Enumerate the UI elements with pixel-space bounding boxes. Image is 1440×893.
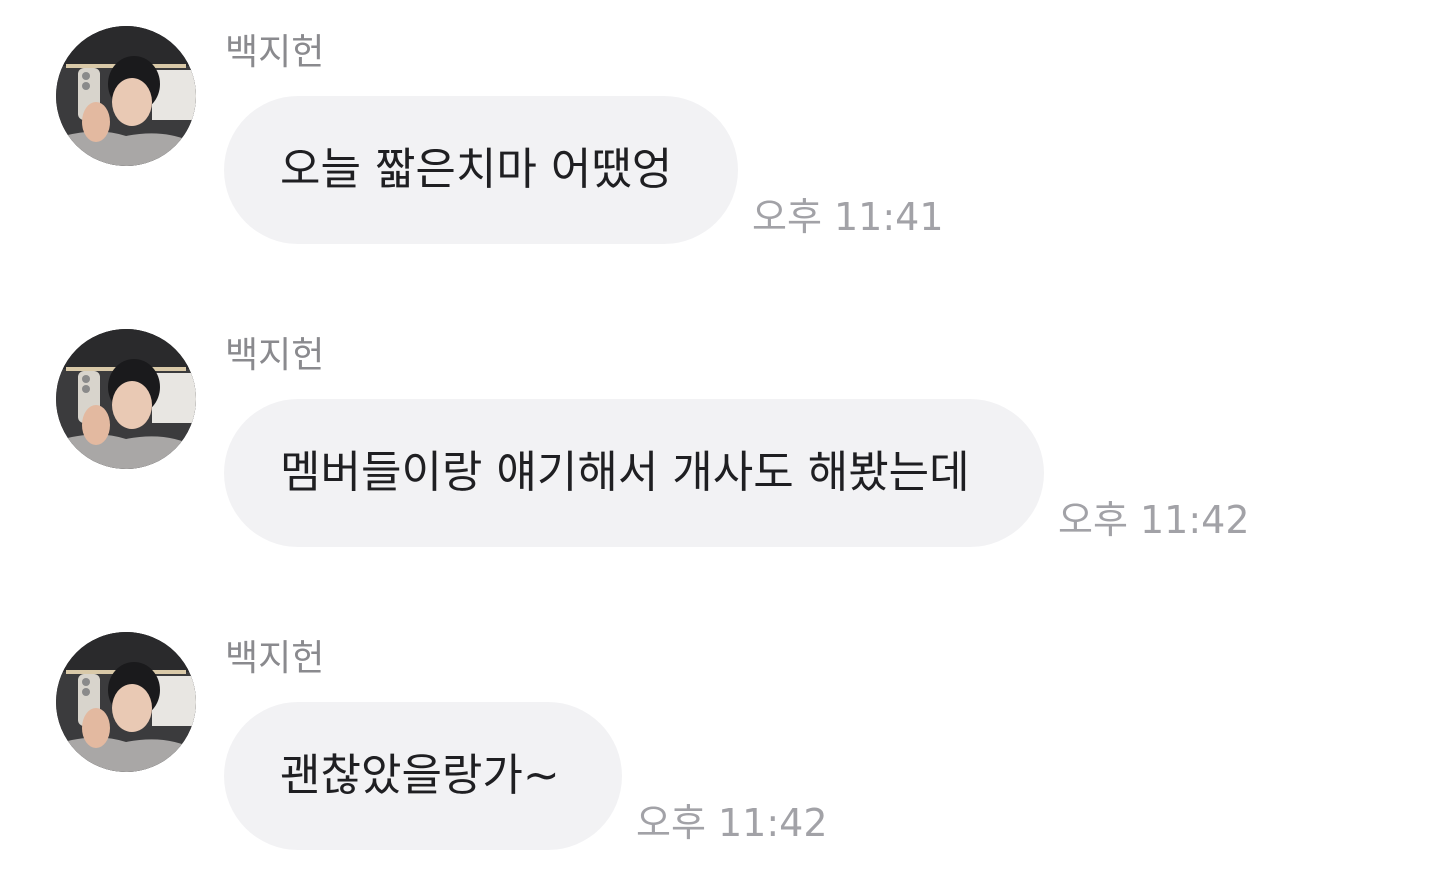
avatar-photo <box>56 26 196 166</box>
message-row: 백지헌 괜찮았을랑가~ 오후 11:42 <box>0 606 1440 866</box>
message-row: 백지헌 멤버들이랑 얘기해서 개사도 해봤는데 오후 11:42 <box>0 303 1440 563</box>
message-time: 오후 11:42 <box>1058 498 1250 542</box>
message-time: 오후 11:41 <box>752 195 944 239</box>
avatar[interactable] <box>56 329 196 469</box>
avatar[interactable] <box>56 26 196 166</box>
message-bubble[interactable]: 멤버들이랑 얘기해서 개사도 해봤는데 <box>224 399 1044 547</box>
message-bubble[interactable]: 괜찮았을랑가~ <box>224 702 622 850</box>
message-row: 백지헌 오늘 짧은치마 어땠엉 오후 11:41 <box>0 0 1440 260</box>
message-bubble[interactable]: 오늘 짧은치마 어땠엉 <box>224 96 738 244</box>
avatar[interactable] <box>56 632 196 772</box>
avatar-photo <box>56 632 196 772</box>
message-time: 오후 11:42 <box>636 801 828 845</box>
sender-name: 백지헌 <box>225 638 325 679</box>
avatar-photo <box>56 329 196 469</box>
sender-name: 백지헌 <box>225 335 325 376</box>
sender-name: 백지헌 <box>225 32 325 73</box>
